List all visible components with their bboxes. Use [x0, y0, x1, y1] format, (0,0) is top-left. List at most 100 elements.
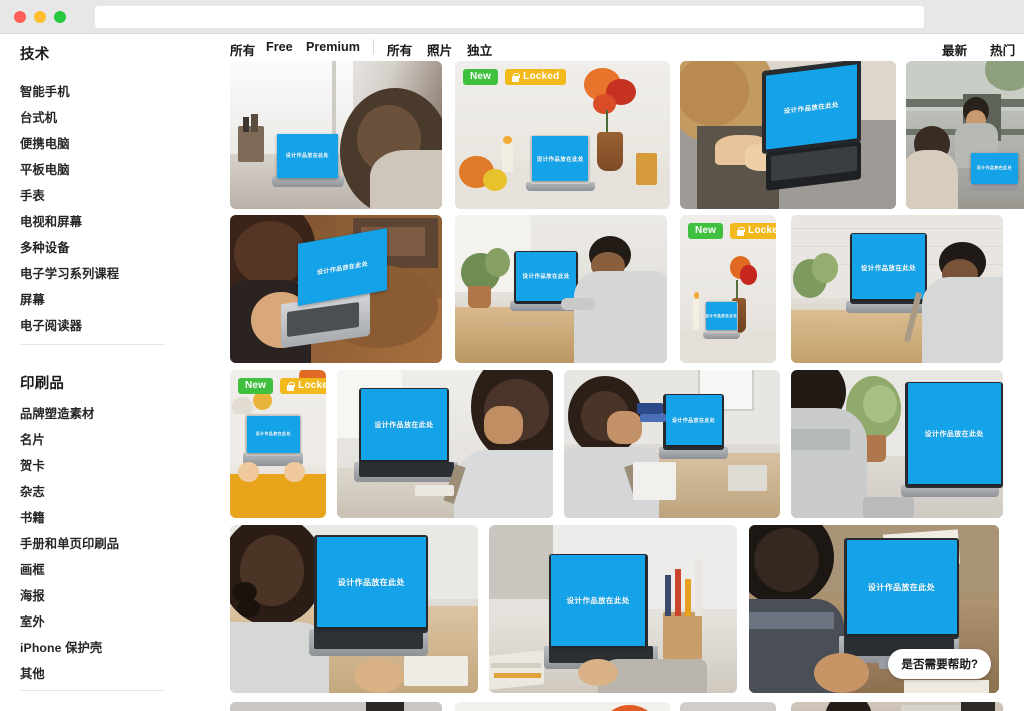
gallery-card[interactable]: 设计作品放在此处: [337, 370, 553, 518]
mockup-photo: [680, 702, 776, 711]
badge-locked-label: Locked: [298, 380, 326, 391]
gallery-card[interactable]: 设计作品放在此处: [230, 215, 442, 363]
sidebar-item-other[interactable]: 其他: [20, 664, 45, 682]
screen-placeholder-text: 设计作品放在此处: [924, 430, 984, 438]
mockup-photo: 设计作品放在此处: [337, 370, 553, 518]
screen-placeholder-text: 设计作品放在此处: [285, 153, 329, 160]
browser-chrome: [0, 0, 1024, 34]
sidebar-item-greetingcard[interactable]: 贺卡: [20, 456, 45, 474]
mockup-photo: 设计作品放在此处: [680, 61, 896, 209]
mockup-photo: 设计作品放在此处: [489, 525, 737, 693]
sort-newest[interactable]: 最新: [942, 40, 967, 59]
close-button[interactable]: [14, 11, 26, 23]
gallery-card[interactable]: 设计作品放在此处 New Locked: [230, 370, 326, 518]
sidebar-item-tv-screens[interactable]: 电视和屏幕: [20, 212, 82, 230]
lock-icon: [287, 381, 296, 391]
sidebar-item-laptop[interactable]: 便携电脑: [20, 134, 70, 152]
gallery-card[interactable]: 设计作品放在此处: [791, 370, 1003, 518]
badge-locked: Locked: [505, 69, 567, 85]
gallery-grid: 设计作品放在此处 设计作品放在此处 New Locked 设计作品放在此处 设计…: [212, 61, 1024, 711]
card-badges: New Locked: [688, 223, 776, 239]
badge-locked: Locked: [280, 378, 326, 394]
filter-all-types[interactable]: 所有: [387, 40, 412, 59]
mockup-photo: [791, 702, 1003, 711]
minimize-button[interactable]: [34, 11, 46, 23]
sidebar-heading-print: 印刷品: [20, 376, 65, 392]
screen-placeholder-text: 设计作品放在此处: [784, 101, 840, 116]
sidebar-item-multidevice[interactable]: 多种设备: [20, 238, 70, 256]
sidebar-item-outdoor[interactable]: 室外: [20, 612, 45, 630]
sidebar-item-businesscard[interactable]: 名片: [20, 430, 45, 448]
sidebar-item-screens[interactable]: 屏幕: [20, 290, 45, 308]
filter-standalone[interactable]: 独立: [467, 40, 492, 59]
badge-new: New: [463, 69, 499, 85]
gallery-card[interactable]: 设计作品放在此处: [230, 61, 442, 209]
card-badges: New Locked: [463, 69, 567, 85]
sidebar-heading-technology: 技术: [20, 47, 50, 63]
gallery-card[interactable]: 设计作品放在此处: [564, 370, 780, 518]
screen-placeholder-text: 设计作品放在此处: [671, 417, 716, 424]
mockup-photo: [230, 702, 442, 711]
filter-all-plans[interactable]: 所有: [230, 40, 255, 59]
mockup-photo: 设计作品放在此处: [564, 370, 780, 518]
gallery-card[interactable]: [680, 702, 776, 711]
sidebar-item-smartphone[interactable]: 智能手机: [20, 82, 70, 100]
mockup-photo: 设计作品放在此处: [455, 215, 667, 363]
gallery-card[interactable]: 设计作品放在此处 New Locked: [680, 215, 776, 363]
badge-new: New: [238, 378, 274, 394]
sidebar-item-iphone-case[interactable]: iPhone 保护壳: [20, 638, 102, 656]
sidebar-item-tablet[interactable]: 平板电脑: [20, 160, 70, 178]
help-bubble[interactable]: 是否需要帮助?: [888, 649, 991, 679]
gallery-card[interactable]: [230, 702, 442, 711]
gallery-card[interactable]: 设计作品放在此处: [906, 61, 1024, 209]
sidebar-item-books[interactable]: 书籍: [20, 508, 45, 526]
sort-popular[interactable]: 热门: [990, 40, 1015, 59]
mockup-photo: 设计作品放在此处: [906, 61, 1024, 209]
gallery-card[interactable]: 设计作品放在此处: [791, 215, 1003, 363]
filter-photos[interactable]: 照片: [427, 40, 452, 59]
screen-placeholder-text: 设计作品放在此处: [566, 596, 630, 606]
screen-placeholder-text: 设计作品放在此处: [522, 274, 570, 281]
filter-bar: 所有 Free Premium 所有 照片 独立 最新 热门: [212, 34, 1024, 61]
gallery-card[interactable]: 设计作品放在此处: [489, 525, 737, 693]
mockup-photo: 设计作品放在此处: [230, 215, 442, 363]
screen-placeholder-text: 设计作品放在此处: [976, 165, 1012, 171]
url-input[interactable]: [95, 6, 924, 28]
sidebar-item-ereader[interactable]: 电子阅读器: [20, 316, 82, 334]
card-badges: New Locked: [238, 378, 326, 394]
screen-placeholder-text: 设计作品放在此处: [860, 264, 917, 272]
mockup-photo: 设计作品放在此处: [230, 61, 442, 209]
filter-free[interactable]: Free: [266, 40, 293, 54]
screen-placeholder-text: 设计作品放在此处: [867, 582, 936, 592]
sidebar-item-watch[interactable]: 手表: [20, 186, 45, 204]
gallery-card[interactable]: 设计作品放在此处 New Locked: [455, 61, 670, 209]
sidebar-item-frame[interactable]: 画框: [20, 560, 45, 578]
mockup-photo: 设计作品放在此处: [230, 525, 478, 693]
filter-premium[interactable]: Premium: [306, 40, 360, 54]
mockup-photo: [455, 702, 670, 711]
sidebar-item-desktop[interactable]: 台式机: [20, 108, 57, 126]
filter-separator: [373, 39, 374, 54]
sidebar-divider-top: [20, 344, 165, 345]
badge-locked-label: Locked: [748, 225, 776, 236]
sidebar-item-brochure[interactable]: 手册和单页印刷品: [20, 534, 119, 552]
gallery-card[interactable]: [791, 702, 1003, 711]
badge-locked: Locked: [730, 223, 776, 239]
gallery-card[interactable]: 设计作品放在此处: [680, 61, 896, 209]
sidebar-item-elearning[interactable]: 电子学习系列课程: [20, 264, 119, 282]
window-traffic-lights: [14, 11, 66, 23]
gallery-card[interactable]: [455, 702, 670, 711]
screen-placeholder-text: 设计作品放在此处: [705, 313, 738, 318]
sidebar: 技术 智能手机 台式机 便携电脑 平板电脑 手表 电视和屏幕 多种设备 电子学习…: [0, 34, 212, 711]
gallery-card[interactable]: 设计作品放在此处 是否需要帮助?: [749, 525, 999, 693]
maximize-button[interactable]: [54, 11, 66, 23]
lock-icon: [512, 72, 521, 82]
sidebar-item-branding[interactable]: 品牌塑造素材: [20, 404, 94, 422]
gallery-card[interactable]: 设计作品放在此处: [455, 215, 667, 363]
mockup-photo: 设计作品放在此处: [791, 370, 1003, 518]
sidebar-item-magazine[interactable]: 杂志: [20, 482, 45, 500]
gallery-card[interactable]: 设计作品放在此处: [230, 525, 478, 693]
screen-placeholder-text: 设计作品放在此处: [374, 421, 434, 429]
mockup-photo: 设计作品放在此处: [791, 215, 1003, 363]
sidebar-item-poster[interactable]: 海报: [20, 586, 45, 604]
